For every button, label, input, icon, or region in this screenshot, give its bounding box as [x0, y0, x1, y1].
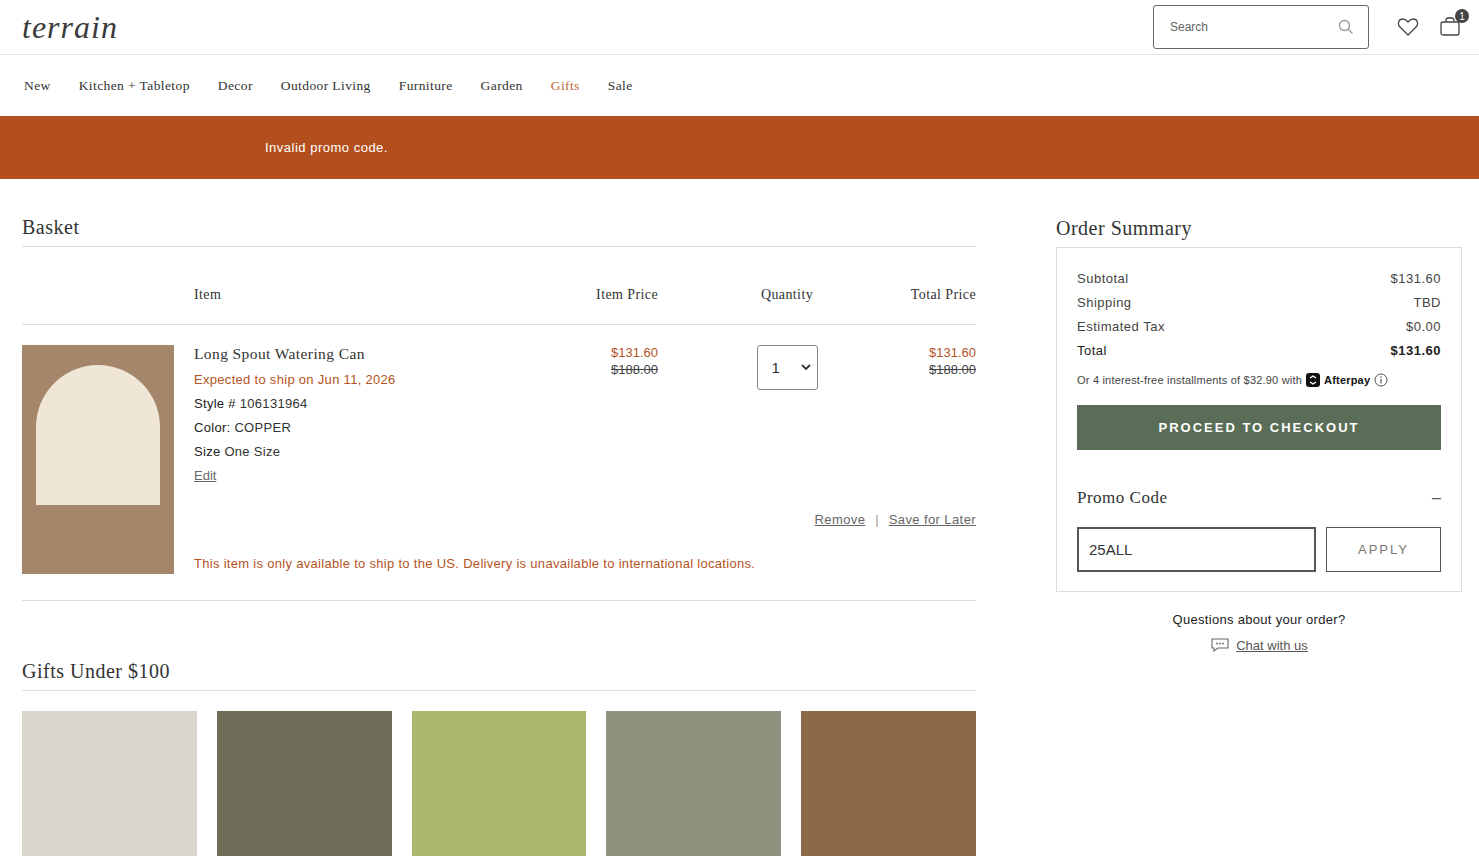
product-detail: Color: COPPER	[194, 420, 291, 435]
promo-form: APPLY	[1077, 527, 1441, 572]
promo-header[interactable]: Promo Code–	[1077, 488, 1441, 508]
nav-item[interactable]: Sale	[608, 78, 633, 94]
logo[interactable]: terrain	[22, 9, 118, 46]
basket-section: BasketItemItem PriceQuantityTotal PriceL…	[22, 209, 976, 856]
nav-item[interactable]: Decor	[218, 78, 253, 94]
alert-text: Invalid promo code.	[265, 140, 388, 155]
nav-item[interactable]: New	[24, 78, 51, 94]
promo-input[interactable]	[1077, 527, 1316, 572]
nav-item[interactable]: Garden	[481, 78, 523, 94]
chat-icon[interactable]	[1210, 637, 1230, 653]
site-header: terrain 1	[0, 0, 1479, 55]
separator: |	[875, 512, 878, 530]
product-image[interactable]	[22, 345, 174, 574]
total-price: $131.60$188.00	[846, 345, 976, 486]
summary-row: Total$131.60	[1077, 338, 1441, 362]
save-for-later-link[interactable]: Save for Later	[889, 512, 976, 530]
nav-item[interactable]: Gifts	[551, 78, 580, 94]
edit-link[interactable]: Edit	[194, 468, 216, 483]
basket-button[interactable]: 1	[1439, 15, 1463, 39]
column-header: Quantity	[728, 287, 846, 324]
search-box[interactable]	[1153, 5, 1369, 49]
chevron-down-icon	[801, 364, 811, 371]
basket-title: Basket	[22, 209, 976, 247]
chat-link[interactable]: Chat with us	[1236, 638, 1308, 653]
summary-box: Subtotal$131.60ShippingTBDEstimated Tax$…	[1056, 247, 1462, 592]
item-actions: Remove | Save for Later	[194, 512, 976, 530]
product-tile[interactable]	[801, 711, 976, 856]
promo-toggle[interactable]: –	[1432, 489, 1441, 507]
page: terrain 1 New Kitchen + Tabletop Decor Outdoo…	[0, 0, 1479, 856]
product-tile[interactable]	[217, 711, 392, 856]
apply-button[interactable]: APPLY	[1326, 527, 1441, 572]
product-tile[interactable]	[22, 711, 197, 856]
basket-count-badge: 1	[1455, 9, 1469, 23]
nav-item[interactable]: Outdoor Living	[281, 78, 371, 94]
summary-title: Order Summary	[1056, 209, 1462, 247]
table-header: ItemItem Price QuantityTotal Price	[22, 247, 976, 325]
search-icon[interactable]	[1338, 19, 1354, 35]
recommendations-title: Gifts Under $100	[22, 653, 976, 691]
afterpay-icon	[1306, 373, 1320, 387]
column-header: Total Price	[846, 287, 976, 324]
basket-item: Long Spout Watering Can Expected to ship …	[22, 325, 976, 601]
column-header: Item	[194, 287, 538, 324]
ship-note: Expected to ship on Jun 11, 2026	[194, 372, 396, 387]
column-header: Item Price	[538, 287, 658, 324]
help-question: Questions about your order?	[1173, 612, 1346, 627]
search-input[interactable]	[1168, 19, 1332, 35]
summary-row: ShippingTBD	[1077, 290, 1441, 314]
product-name[interactable]: Long Spout Watering Can	[194, 345, 365, 363]
recommendations-grid	[22, 711, 976, 856]
product-detail: Size One Size	[194, 444, 280, 459]
remove-link[interactable]: Remove	[815, 512, 866, 530]
heart-icon[interactable]	[1397, 17, 1419, 37]
installments-note: Or 4 interest-free installments of $32.9…	[1077, 373, 1441, 387]
item-price: $131.60$188.00	[538, 345, 658, 486]
order-summary: Order SummarySubtotal$131.60ShippingTBDE…	[1056, 209, 1462, 856]
summary-row: Estimated Tax$0.00	[1077, 314, 1441, 338]
shipping-notice: This item is only available to ship to t…	[194, 556, 976, 574]
info-icon[interactable]	[1374, 373, 1388, 387]
quantity-select[interactable]: 1	[757, 345, 818, 390]
summary-row: Subtotal$131.60	[1077, 266, 1441, 290]
main-content: BasketItemItem PriceQuantityTotal PriceL…	[0, 179, 1479, 856]
product-tile[interactable]	[412, 711, 587, 856]
checkout-button[interactable]: PROCEED TO CHECKOUT	[1077, 405, 1441, 450]
nav-item[interactable]: Kitchen + Tabletop	[79, 78, 190, 94]
product-detail: Style # 106131964	[194, 396, 308, 411]
main-nav: New Kitchen + Tabletop Decor Outdoor Living…	[0, 55, 1479, 116]
product-tile[interactable]	[606, 711, 781, 856]
help-section: Questions about your order? Chat with us	[1056, 612, 1462, 653]
alert-banner: Invalid promo code.	[0, 116, 1479, 179]
nav-item[interactable]: Furniture	[399, 78, 453, 94]
